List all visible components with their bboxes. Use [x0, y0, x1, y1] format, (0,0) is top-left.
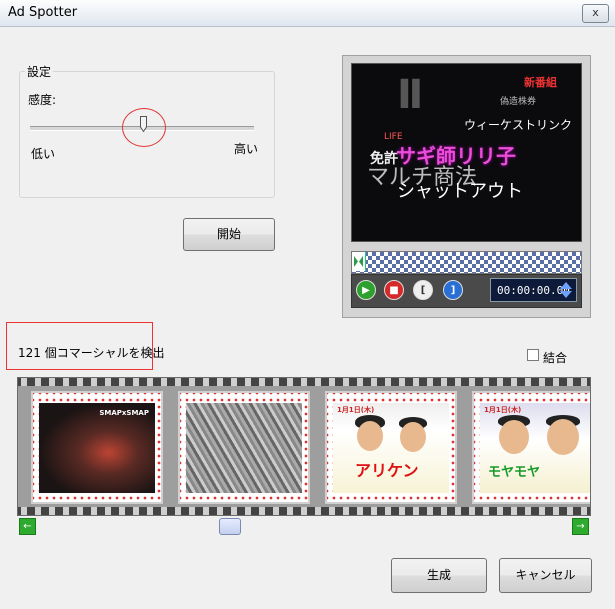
stop-icon[interactable]: ■	[384, 280, 404, 300]
timecode-spinner-icon[interactable]	[559, 281, 573, 299]
start-button[interactable]: 開始	[183, 218, 275, 251]
thumbnail-caption: SMAPxSMAP	[99, 409, 149, 417]
commercial-thumbnail[interactable]: 1月1日(木) モヤモヤ	[472, 391, 590, 504]
generate-button[interactable]: 生成	[391, 558, 487, 593]
thumbnail-caption: モヤモヤ	[488, 465, 541, 480]
sensitivity-label: 感度:	[28, 93, 57, 107]
mark-out-icon[interactable]: ]	[443, 280, 463, 300]
person-face	[499, 420, 529, 454]
commercial-thumbnail[interactable]: SMAPxSMAP	[31, 391, 163, 504]
commercial-thumbnail[interactable]	[178, 391, 310, 504]
commercial-thumbnail[interactable]: 1月1日(木) アリケン	[325, 391, 457, 504]
preview-timeline[interactable]	[351, 251, 582, 274]
thumbnail-caption: 1月1日(木)	[484, 406, 522, 414]
window-title: Ad Spotter	[8, 5, 78, 20]
mark-in-icon[interactable]: [	[413, 280, 433, 300]
merge-label[interactable]: 結合	[543, 349, 567, 366]
sensitivity-low-label: 低い	[31, 147, 56, 161]
detection-result: 121 個コマーシャルを検出	[18, 346, 165, 360]
video-preview: Ⅱ 新番組 偽造株券 ウィーケストリンク LIFE 免許 サギ師リリ子 マルチ商…	[351, 63, 582, 242]
thumbnail-image	[186, 403, 302, 493]
filmstrip-scrollbar[interactable]: ← →	[17, 518, 591, 535]
person-face	[400, 422, 426, 452]
person-face	[547, 419, 579, 455]
title-bar: Ad Spotter x	[0, 0, 615, 27]
play-icon[interactable]: ▶	[356, 280, 376, 300]
settings-group-title: 設定	[25, 63, 54, 80]
thumbnail-image: SMAPxSMAP	[39, 403, 155, 493]
scroll-right-icon[interactable]: →	[572, 518, 589, 535]
merge-checkbox[interactable]	[527, 349, 539, 361]
filmstrip-holes-bottom	[18, 507, 590, 515]
timeline-marker-icon[interactable]	[352, 252, 366, 271]
video-text-corner: 新番組	[524, 76, 557, 89]
slider-highlight-circle	[122, 108, 166, 147]
thumbnail-caption: アリケン	[355, 461, 419, 480]
video-text-a: ウィーケストリンク	[464, 118, 573, 132]
video-text-f: シャットアウト	[397, 181, 523, 202]
person-face	[357, 421, 383, 451]
close-button[interactable]: x	[582, 4, 609, 23]
sensitivity-high-label: 高い	[234, 142, 259, 156]
cancel-button[interactable]: キャンセル	[499, 558, 592, 593]
scrollbar-thumb[interactable]	[219, 518, 241, 535]
thumbnail-image: 1月1日(木) アリケン	[333, 403, 449, 493]
commercial-filmstrip: SMAPxSMAP 1月1日(木) アリケン 1月1日(木) モヤモヤ	[17, 377, 591, 516]
thumbnail-image: 1月1日(木) モヤモヤ	[480, 403, 590, 493]
video-text-corner-sub: 偽造株券	[500, 97, 537, 107]
thumbnail-caption: 1月1日(木)	[337, 406, 375, 414]
video-text-big: Ⅱ	[397, 72, 424, 118]
scroll-left-icon[interactable]: ←	[19, 518, 36, 535]
filmstrip-holes-top	[18, 378, 590, 386]
